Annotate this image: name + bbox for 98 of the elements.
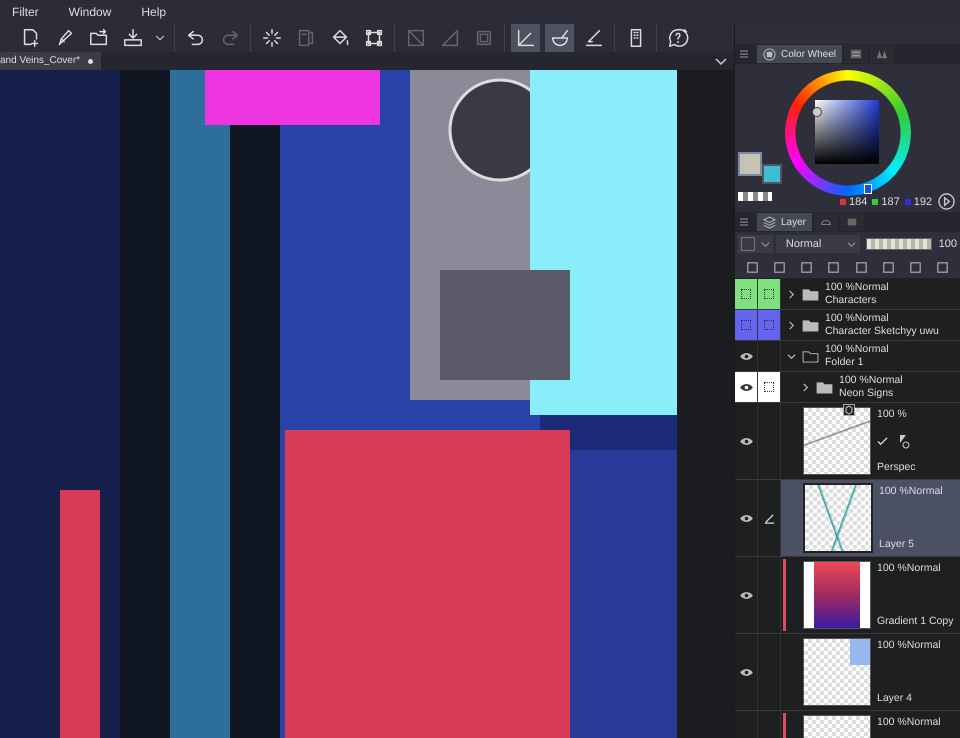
layer-row[interactable]: 100 %Normal Character Sketchyy uwu bbox=[735, 310, 960, 341]
layer-thumbnail bbox=[803, 483, 873, 553]
layer-tool-icon[interactable] bbox=[745, 260, 760, 274]
layer-row[interactable]: 100 %Normal bbox=[735, 711, 960, 738]
chevron-right-icon[interactable] bbox=[801, 382, 810, 392]
chevron-right-icon[interactable] bbox=[787, 320, 796, 330]
menu-item[interactable]: Filter bbox=[12, 5, 39, 19]
layer-property-tab[interactable] bbox=[814, 213, 838, 231]
check-icon[interactable] bbox=[877, 436, 888, 446]
channel-icon bbox=[872, 199, 878, 205]
opacity-value[interactable]: 100 bbox=[938, 238, 957, 250]
blend-mode-dropdown[interactable]: Normal bbox=[776, 235, 860, 253]
menu-item[interactable]: Help bbox=[141, 5, 166, 19]
color-set-icon bbox=[875, 48, 890, 60]
layer-mode: 100 %Normal bbox=[879, 485, 944, 498]
document-tab[interactable]: and Veins_Cover* bbox=[0, 52, 102, 70]
folder-icon bbox=[802, 350, 819, 362]
color-wheel-tab[interactable]: Color Wheel bbox=[757, 45, 842, 63]
saturation-value-square[interactable] bbox=[815, 100, 879, 164]
panel-menu-icon[interactable] bbox=[739, 49, 749, 59]
layer-mode: 100 %Normal bbox=[825, 312, 890, 325]
sub-color-swatch[interactable] bbox=[762, 164, 782, 184]
eye-icon bbox=[738, 352, 754, 360]
spinner-icon bbox=[260, 27, 282, 49]
visibility-toggle[interactable] bbox=[735, 372, 758, 402]
color-square-icon bbox=[740, 237, 755, 251]
layer-row[interactable]: 100 %Normal Gradient 1 Copy bbox=[735, 557, 960, 634]
layer-name: Character Sketchyy uwu bbox=[825, 325, 939, 338]
layer-tab[interactable]: Layer bbox=[757, 213, 812, 231]
layer-thumbnail bbox=[803, 561, 871, 629]
layer-name: Perspec bbox=[877, 461, 917, 474]
layer-tool-icon[interactable] bbox=[826, 260, 842, 274]
panel-menu-icon[interactable] bbox=[739, 217, 749, 227]
menu-item[interactable]: Window bbox=[68, 5, 112, 19]
main-color-swatch[interactable] bbox=[738, 152, 762, 176]
folder-icon bbox=[802, 288, 819, 300]
layer-name: Characters bbox=[825, 294, 878, 307]
rgb-value: 184 bbox=[849, 196, 868, 208]
layer-name: Gradient 1 Copy bbox=[877, 615, 954, 628]
layer-name: Folder 1 bbox=[825, 356, 865, 369]
visibility-toggle[interactable] bbox=[735, 310, 758, 340]
layer-row[interactable]: 100 %Normal Characters bbox=[735, 279, 960, 310]
cube-icon bbox=[843, 404, 855, 416]
channel-icon bbox=[904, 199, 911, 205]
blend-mode-value: Normal bbox=[786, 238, 822, 250]
layer-mode: 100 %Normal bbox=[825, 343, 889, 356]
toolbar-button[interactable] bbox=[511, 24, 540, 52]
folder-icon bbox=[802, 318, 819, 332]
layer-mode: 100 %Normal bbox=[839, 374, 903, 387]
caret-icon bbox=[760, 240, 770, 248]
layer-tool-icon[interactable] bbox=[880, 260, 896, 274]
picture-icon bbox=[845, 216, 860, 228]
layer-tool-icon[interactable] bbox=[799, 260, 814, 274]
color-set-tab[interactable] bbox=[870, 45, 894, 63]
layer-row[interactable]: 100 %Normal Layer 4 bbox=[735, 634, 960, 711]
layer-tool-icon[interactable] bbox=[934, 260, 950, 274]
caret-icon bbox=[846, 240, 856, 248]
transparent-color-swatch[interactable] bbox=[738, 192, 772, 201]
eye-icon bbox=[738, 514, 754, 522]
layer-color-dropdown[interactable] bbox=[738, 235, 773, 253]
rgb-value: 192 bbox=[914, 196, 932, 208]
play-icon[interactable] bbox=[938, 193, 955, 210]
toolbar-button[interactable] bbox=[545, 24, 574, 52]
layer-row[interactable]: 100 % Perspec bbox=[735, 403, 960, 480]
eye-icon bbox=[738, 668, 754, 676]
layer-thumbnail bbox=[803, 407, 871, 475]
layer-tool-icon[interactable] bbox=[772, 260, 788, 274]
chevron-down-icon[interactable] bbox=[787, 352, 796, 360]
layer-tool-icon[interactable] bbox=[854, 260, 869, 274]
help-icon bbox=[666, 27, 688, 49]
rgb-value: 187 bbox=[881, 196, 900, 208]
navigator-tab[interactable] bbox=[840, 213, 864, 231]
eye-icon bbox=[738, 382, 754, 392]
layer-tool-icon[interactable] bbox=[908, 260, 923, 274]
sliders-icon bbox=[849, 48, 864, 60]
layer-row[interactable]: 100 %Normal Folder 1 bbox=[735, 341, 960, 372]
layer-name: Neon Signs bbox=[839, 387, 894, 400]
folder-icon bbox=[816, 380, 833, 394]
eye-icon bbox=[738, 590, 754, 600]
pen-icon bbox=[762, 512, 776, 524]
color-wheel-icon bbox=[763, 48, 776, 60]
download-icon bbox=[122, 27, 144, 49]
chevron-right-icon[interactable] bbox=[787, 290, 796, 298]
layer-row[interactable]: 100 %Normal Neon Signs bbox=[735, 372, 960, 403]
layer-mode: 100 %Normal bbox=[877, 639, 942, 652]
hue-handle[interactable] bbox=[864, 184, 872, 194]
layer-mode: 100 % bbox=[877, 408, 908, 421]
layer-mode: 100 %Normal bbox=[825, 281, 889, 294]
layer-name: Layer 4 bbox=[877, 692, 914, 705]
layer-mode: 100 %Normal bbox=[877, 716, 942, 729]
layers-icon bbox=[763, 216, 776, 228]
eye-icon bbox=[738, 436, 754, 446]
channel-icon bbox=[840, 199, 846, 205]
color-slider-tab[interactable] bbox=[844, 45, 868, 63]
layer-name: Layer 5 bbox=[879, 538, 916, 551]
visibility-toggle[interactable] bbox=[735, 279, 758, 309]
layer-mode: 100 %Normal bbox=[877, 562, 942, 575]
layer-thumbnail bbox=[803, 638, 871, 706]
